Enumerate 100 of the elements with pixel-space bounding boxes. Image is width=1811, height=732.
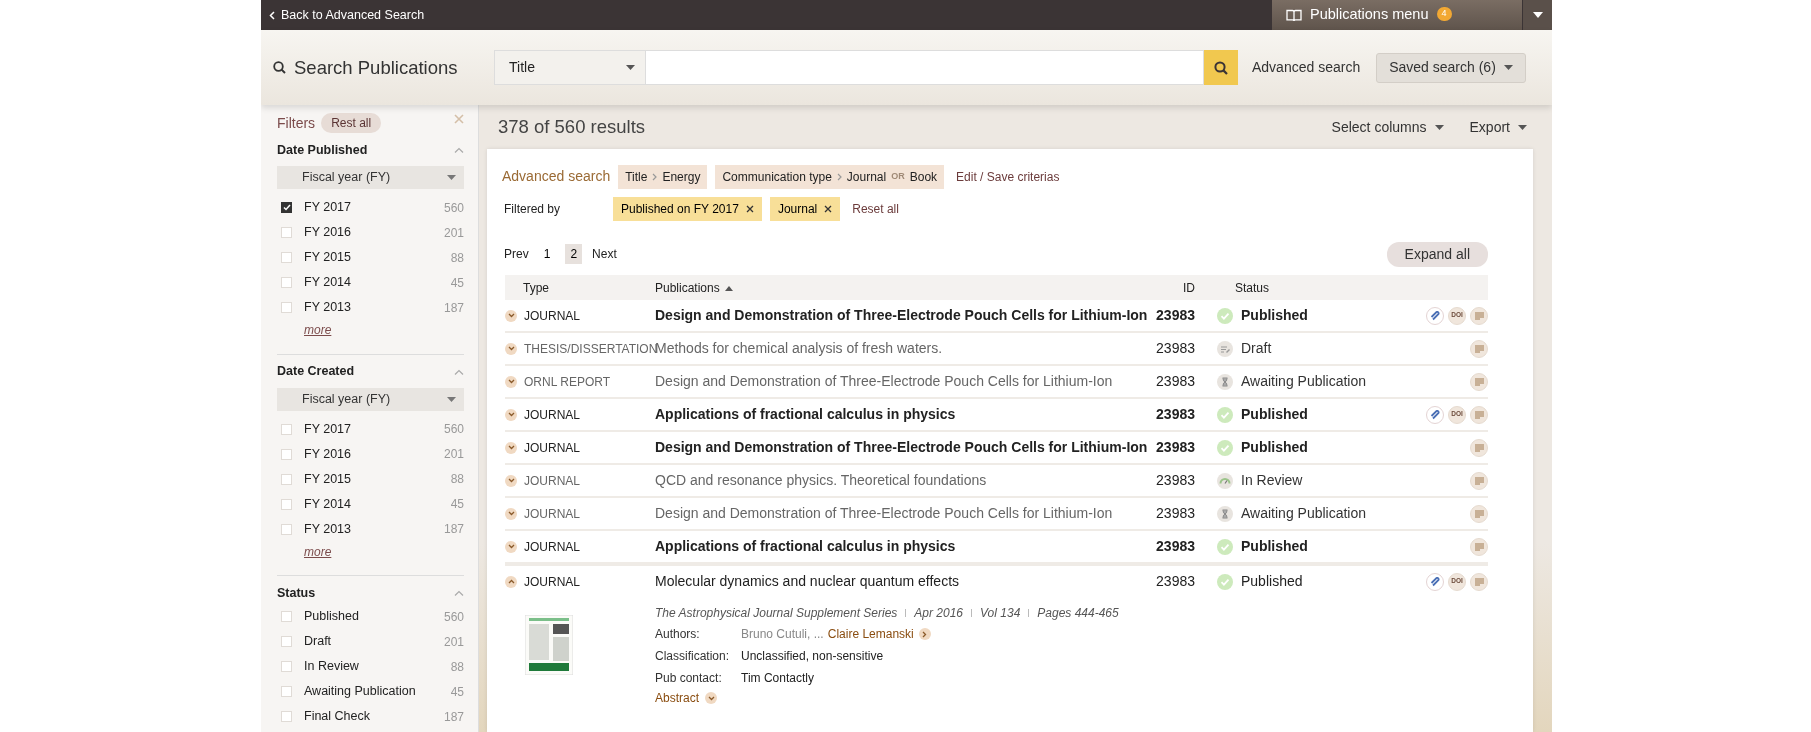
publication-title[interactable]: Methods for chemical analysis of fresh waters. [655,340,943,356]
publication-title[interactable]: Design and Demonstration of Three-Electrode Pouch Cells for Lithium-Ion [655,307,1148,323]
count: 45 [450,496,464,513]
publication-id: 23983 [1156,538,1195,554]
search-field[interactable] [646,50,1204,85]
publication-id: 23983 [1156,307,1195,323]
advanced-search-link[interactable]: Advanced search [1252,57,1361,78]
details-button[interactable] [1470,537,1488,556]
lines-icon [1474,410,1484,419]
link-button[interactable] [1426,572,1444,591]
status-label: Published [1241,438,1308,457]
link-button[interactable] [1426,306,1444,325]
paperclip-icon [1430,409,1440,420]
count: 88 [450,658,464,676]
column-header[interactable]: ID [1183,280,1195,295]
details-button[interactable] [1470,572,1488,591]
column-header[interactable]: Publications [655,280,720,295]
details-button[interactable] [1470,306,1488,325]
more-authors-button[interactable] [918,628,931,640]
chevron-up-icon[interactable] [454,147,464,153]
expand-toggle[interactable] [505,309,517,322]
page-button[interactable]: 1 [538,244,556,264]
publication-type: JOURNAL [524,573,580,591]
expand-toggle[interactable] [505,575,517,588]
more-link[interactable]: more [304,324,332,336]
filter-chip[interactable]: Published on FY 2017 [613,196,762,221]
edit-criteria-link[interactable]: Edit / Save criterias [956,167,1060,186]
publication-title[interactable]: Design and Demonstration of Three-Electrode Pouch Cells for Lithium-Ion [655,505,1113,521]
back-link[interactable]: Back to Advanced Search [261,0,425,30]
field-label: Authors: [655,626,701,643]
chevron-up-icon[interactable] [454,590,464,596]
expand-toggle[interactable] [505,408,517,421]
publication-title[interactable]: Molecular dynamics and nuclear quantum effects [655,573,959,589]
publication-title[interactable]: Design and Demonstration of Three-Electrode Pouch Cells for Lithium-Ion [655,439,1148,455]
publication-title[interactable]: Applications of fractional calculus in physics [655,538,956,554]
export-button[interactable]: Export [1469,116,1527,138]
close-icon[interactable] [454,114,464,124]
details-button[interactable] [1470,471,1488,490]
more-link[interactable]: more [304,545,332,558]
expand-toggle[interactable] [505,441,517,454]
filter-label: Published [304,608,359,626]
next-link[interactable]: Next [592,245,617,263]
field-value: Bruno Cutuli, ... [741,626,824,643]
author-link[interactable]: Claire Lemanski [827,625,914,643]
link-button[interactable] [1426,405,1444,424]
lines-icon [1474,476,1484,485]
criteria-chip[interactable]: Title Energy [618,164,708,189]
column-header[interactable]: Type [523,278,549,297]
saved-search-button[interactable]: Saved search (6) [1376,52,1526,83]
prev-link[interactable]: Prev [502,245,529,263]
publication-id: 23983 [1156,373,1195,389]
checkbox[interactable] [281,202,292,213]
book-icon [1286,8,1302,22]
publication-title[interactable]: Design and Demonstration of Three-Electrode Pouch Cells for Lithium-Ion [655,373,1113,389]
filter-label: FY 2016 [304,224,352,242]
expand-toggle[interactable] [505,507,517,520]
filter-label: Draft [304,633,332,651]
publication-type: ORNL REPORT [524,373,610,391]
publications-menu-button[interactable]: Publications menu 4 [1272,0,1522,30]
field-select[interactable]: Title [494,50,646,85]
search-button[interactable] [1204,50,1238,85]
abstract-toggle[interactable]: Abstract [655,689,1119,707]
details-button[interactable] [1470,405,1488,424]
publication-title[interactable]: Applications of fractional calculus in physics [655,406,956,422]
chevron-down-icon [507,511,515,516]
reset-all-link[interactable]: Reset all [852,199,899,218]
column-header[interactable]: Status [1235,278,1270,297]
page-button[interactable]: 2 [565,244,583,264]
page-title: Search Publications [294,55,458,80]
expand-toggle[interactable] [505,375,517,388]
count: 201 [443,224,464,242]
journal-name: The Astrophysical Journal Supplement Series [655,605,898,622]
expand-toggle[interactable] [505,540,517,553]
details-button[interactable] [1470,339,1488,358]
lines-icon [1474,311,1484,320]
chevron-up-icon[interactable] [454,368,464,375]
filter-chip[interactable]: Journal [769,196,841,221]
chevron-right-icon [836,172,842,181]
chevron-up-icon [507,579,515,584]
dropdown-button[interactable] [1522,0,1552,30]
select-columns-button[interactable]: Select columns [1331,116,1444,138]
criteria-chip[interactable]: Communication type Journal OR Book [715,164,945,189]
reset-button[interactable]: Rest all [321,113,382,133]
fiscal-year-select[interactable]: Fiscal year (FY) [277,166,464,189]
publication-title[interactable]: QCD and resonance physics. Theoretical foundations [655,472,987,488]
details-button[interactable] [1470,438,1488,457]
status-label: Awaiting Publication [1241,504,1367,523]
expand-toggle[interactable] [505,342,517,355]
status-label: Published [1241,405,1308,424]
expand-all-button[interactable]: Expand all [1386,241,1488,267]
caret-icon [1503,65,1513,70]
filter-label: FY 2017 [304,420,352,438]
filter-label: FY 2014 [304,274,352,292]
filter-label: Final Check [304,708,370,726]
fiscal-year-select[interactable]: Fiscal year (FY) [277,387,464,411]
publication-type: JOURNAL [524,505,580,523]
details-button[interactable] [1470,504,1488,523]
status-label: In Review [1241,471,1303,490]
details-button[interactable] [1470,372,1488,391]
expand-toggle[interactable] [505,474,517,487]
